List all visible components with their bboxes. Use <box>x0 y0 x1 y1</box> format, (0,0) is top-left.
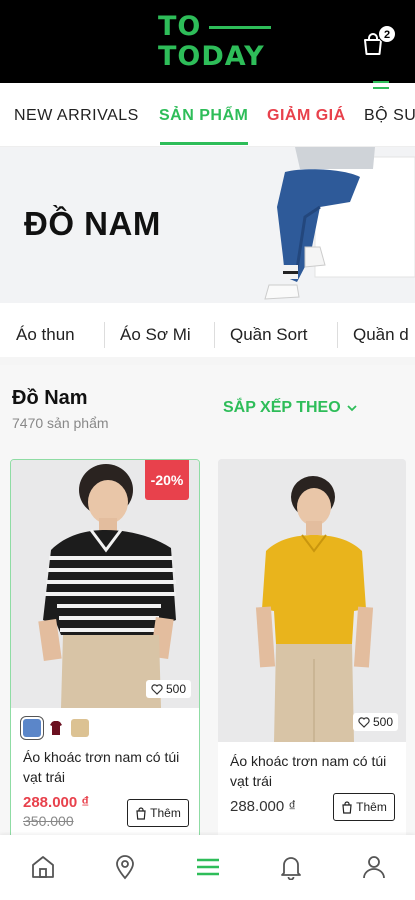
subcategory-ao-thun[interactable]: Áo thun <box>16 325 75 345</box>
category-banner: ĐỒ NAM <box>0 147 415 303</box>
home-icon[interactable] <box>30 854 56 880</box>
cart-add-icon <box>342 800 352 814</box>
brand-logo[interactable]: TO TODAY <box>158 11 272 72</box>
add-to-cart-button[interactable]: Thêm <box>333 793 395 821</box>
tab-collections[interactable]: BỘ SU <box>364 107 415 125</box>
banner-title: ĐỒ NAM <box>24 205 161 242</box>
discount-badge: -20% <box>145 460 189 500</box>
sort-dropdown[interactable]: SẮP XẾP THEO <box>223 399 357 417</box>
product-name[interactable]: Áo khoác trơn nam có túi vạt trái <box>23 747 193 787</box>
cart-add-icon <box>136 806 146 820</box>
like-button[interactable]: 500 <box>145 680 191 698</box>
color-swatch-maroon[interactable] <box>49 720 63 736</box>
like-button[interactable]: 500 <box>352 713 398 731</box>
heart-icon <box>151 683 163 695</box>
divider <box>337 322 338 348</box>
product-photo-yellow-polo <box>218 459 406 742</box>
color-swatches <box>20 716 89 740</box>
divider <box>214 322 215 348</box>
tab-new-arrivals[interactable]: NEW ARRIVALS <box>14 107 139 125</box>
product-image[interactable] <box>218 459 406 742</box>
filter-icon[interactable] <box>373 80 389 90</box>
subcategory-ao-so-mi[interactable]: Áo Sơ Mi <box>120 325 191 345</box>
add-label: Thêm <box>356 800 387 814</box>
user-icon[interactable] <box>361 854 387 880</box>
cart-count-badge: 2 <box>378 25 396 43</box>
logo-line1: TO <box>158 11 202 42</box>
divider <box>104 322 105 348</box>
bell-icon[interactable] <box>278 854 304 880</box>
tab-products[interactable]: SẢN PHẨM <box>159 107 248 125</box>
subcategory-quan-sort[interactable]: Quần Sort <box>230 325 308 345</box>
subcategory-bar: Áo thun Áo Sơ Mi Quần Sort Quần d <box>0 303 415 365</box>
sort-label: SẮP XẾP THEO <box>223 399 341 416</box>
like-count: 500 <box>372 715 393 729</box>
product-price: 288.000 ₫ <box>23 794 90 811</box>
location-icon[interactable] <box>112 854 138 880</box>
section-title: Đồ Nam <box>12 387 88 409</box>
color-swatch-blue[interactable] <box>20 716 44 740</box>
menu-icon[interactable] <box>195 854 221 880</box>
heart-icon <box>358 716 370 728</box>
add-label: Thêm <box>150 806 181 820</box>
add-to-cart-button[interactable]: Thêm <box>127 799 189 827</box>
category-tabs: NEW ARRIVALS SẢN PHẨM GIẢM GIÁ BỘ SU <box>0 83 415 147</box>
tab-sale[interactable]: GIẢM GIÁ <box>267 107 346 125</box>
logo-line2: TODAY <box>158 41 265 72</box>
product-section: Đồ Nam 7470 sản phẩm SẮP XẾP THEO -20% 5… <box>0 365 415 839</box>
product-card[interactable]: 500 Áo khoác trơn nam có túi vạt trái 28… <box>218 459 406 839</box>
product-card[interactable]: -20% 500 Áo khoác trơn nam có túi vạt tr… <box>10 459 200 839</box>
logo-bar <box>209 25 272 29</box>
subcategory-quan[interactable]: Quần d <box>353 325 409 345</box>
color-swatch-beige[interactable] <box>71 719 89 737</box>
banner-model-image <box>264 147 415 300</box>
product-price: 288.000 ₫ <box>230 798 297 815</box>
product-name[interactable]: Áo khoác trơn nam có túi vạt trái <box>230 751 400 791</box>
product-count: 7470 sản phẩm <box>12 415 109 431</box>
bottom-navigation <box>0 835 415 900</box>
app-header: TO TODAY 2 <box>0 0 415 83</box>
like-count: 500 <box>165 682 186 696</box>
active-tab-indicator <box>160 142 248 145</box>
chevron-down-icon <box>347 404 357 411</box>
original-price: 350.000 <box>23 813 74 829</box>
